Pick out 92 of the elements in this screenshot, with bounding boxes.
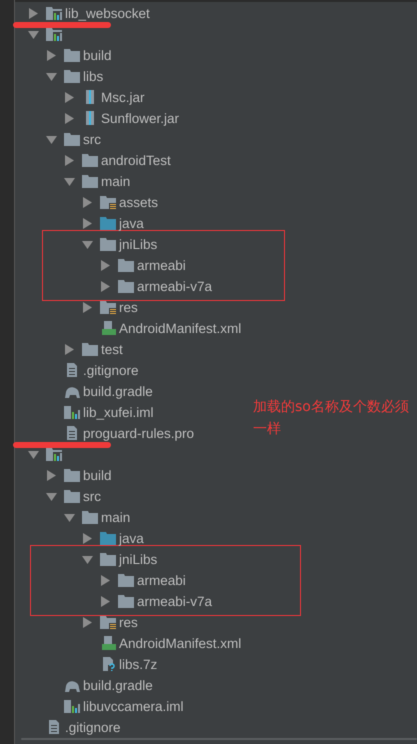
folder-icon	[64, 69, 80, 84]
expand-arrow-icon[interactable]	[82, 196, 93, 208]
module-icon	[46, 6, 62, 20]
folder-icon	[82, 342, 98, 356]
expand-arrow-icon[interactable]	[46, 470, 57, 481]
tree-item[interactable]: assets	[119, 194, 158, 210]
text-file-icon	[64, 363, 80, 378]
tree-item[interactable]: AndroidManifest.xml	[119, 320, 242, 336]
collapse-arrow-icon[interactable]	[46, 134, 57, 145]
folder-icon	[64, 468, 80, 482]
folder-icon	[64, 48, 80, 62]
expand-arrow-icon[interactable]	[64, 92, 75, 103]
tree-item[interactable]: .gitignore	[65, 720, 121, 735]
collapse-arrow-icon[interactable]	[28, 28, 39, 40]
folder-icon	[64, 132, 80, 146]
tree-item[interactable]: jniLibs	[119, 552, 158, 567]
tree-item[interactable]: armeabi-v7a	[137, 594, 212, 609]
tree-item[interactable]: Sunflower.jar	[101, 110, 180, 126]
tree-item[interactable]: lib_websocket	[65, 6, 150, 21]
folder-icon	[82, 510, 98, 524]
module-file-icon	[64, 405, 80, 420]
expand-arrow-icon[interactable]	[100, 260, 111, 271]
manifest-file-icon	[100, 636, 116, 650]
expand-arrow-icon[interactable]	[64, 112, 75, 124]
tree-item[interactable]: src	[83, 488, 101, 504]
tree-item[interactable]: build.gradle	[83, 678, 153, 693]
resource-folder-icon	[100, 195, 116, 210]
tree-item[interactable]: proguard-rules.pro	[83, 426, 194, 441]
expand-arrow-icon[interactable]	[82, 616, 93, 628]
collapse-arrow-icon[interactable]	[82, 238, 93, 250]
tree-item[interactable]: src	[83, 132, 101, 147]
tree-item[interactable]: jniLibs	[119, 236, 158, 252]
folder-icon	[82, 153, 98, 168]
folder-icon	[100, 531, 116, 546]
tree-item[interactable]: java	[119, 530, 144, 546]
expand-arrow-icon[interactable]	[28, 8, 39, 19]
collapse-arrow-icon[interactable]	[64, 512, 75, 523]
manifest-file-icon	[100, 321, 116, 336]
tree-item[interactable]: libs.7z	[119, 656, 158, 672]
folder-icon	[118, 573, 134, 588]
collapse-arrow-icon[interactable]	[64, 176, 75, 187]
expand-arrow-icon[interactable]	[82, 302, 93, 313]
collapse-arrow-icon[interactable]	[28, 448, 39, 460]
tree-item[interactable]: lib_xufei.iml	[83, 404, 154, 420]
folder-icon	[82, 174, 98, 188]
expand-arrow-icon[interactable]	[82, 532, 93, 544]
tree-item[interactable]: java	[119, 216, 144, 231]
text-file-icon	[64, 426, 80, 440]
tree-item[interactable]: main	[101, 174, 130, 189]
tree-item[interactable]: res	[119, 300, 138, 315]
folder-icon	[118, 594, 134, 608]
tree-item[interactable]: res	[119, 614, 138, 630]
resource-folder-icon	[100, 300, 116, 314]
tree-item[interactable]: armeabi-v7a	[137, 278, 212, 294]
folder-icon	[100, 216, 116, 230]
folder-icon	[118, 258, 134, 272]
tree-item[interactable]: Msc.jar	[101, 90, 144, 105]
collapse-arrow-icon[interactable]	[82, 554, 93, 565]
expand-arrow-icon[interactable]	[100, 596, 111, 607]
text-file-icon	[46, 720, 62, 734]
tree-item[interactable]: build.gradle	[83, 384, 153, 399]
tree-item[interactable]: build	[83, 48, 112, 63]
expand-arrow-icon[interactable]	[64, 344, 75, 355]
tree-item[interactable]: main	[101, 510, 130, 525]
collapse-arrow-icon[interactable]	[46, 70, 57, 82]
expand-arrow-icon[interactable]	[82, 218, 93, 229]
collapse-arrow-icon[interactable]	[46, 490, 57, 502]
tree-item[interactable]: armeabi	[137, 572, 186, 588]
folder-icon	[118, 279, 134, 294]
expand-arrow-icon[interactable]	[46, 50, 57, 61]
module-icon	[46, 27, 62, 42]
resource-folder-icon	[100, 615, 116, 630]
expand-arrow-icon[interactable]	[100, 280, 111, 292]
tree-item[interactable]: AndroidManifest.xml	[119, 636, 242, 651]
expand-arrow-icon[interactable]	[64, 154, 75, 166]
tree-item[interactable]: .gitignore	[83, 362, 139, 378]
annotation-note: 加载的so名称及个数必须一样	[253, 398, 410, 439]
folder-icon	[100, 237, 116, 252]
elephant-icon	[64, 384, 80, 398]
expand-arrow-icon[interactable]	[100, 574, 111, 586]
tree-item[interactable]: libs	[83, 68, 104, 84]
tree-item[interactable]: libuvccamera.iml	[83, 698, 184, 714]
module-file-icon	[64, 699, 80, 714]
elephant-icon	[64, 678, 80, 692]
tree-item[interactable]: armeabi	[137, 258, 186, 273]
module-icon	[46, 447, 62, 462]
unknown-file-icon	[100, 657, 116, 672]
tree-item[interactable]: build	[83, 468, 112, 483]
folder-icon	[100, 552, 116, 566]
tree-item[interactable]: test	[101, 342, 123, 357]
folder-icon	[64, 489, 80, 504]
tree-item[interactable]: androidTest	[101, 152, 171, 168]
